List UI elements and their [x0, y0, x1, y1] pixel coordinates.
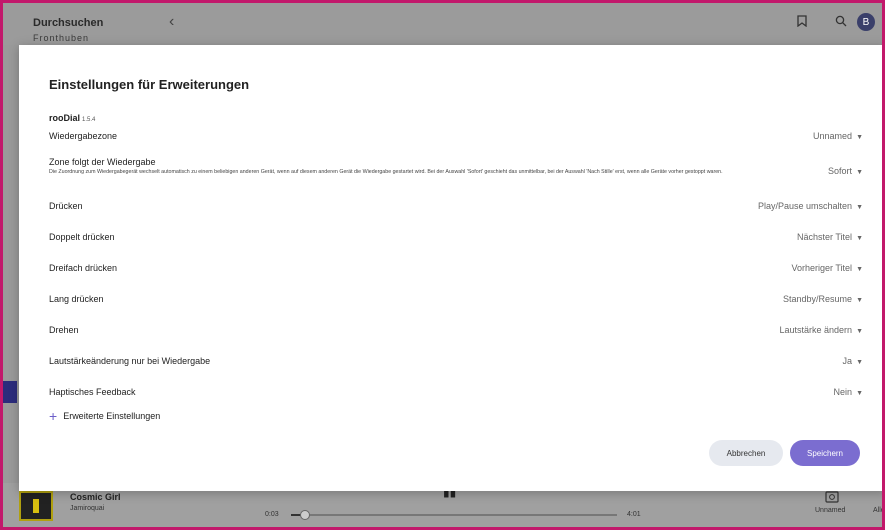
setting-value: Standby/Resume	[783, 294, 853, 304]
album-art-mark	[33, 499, 39, 513]
setting-row-dreifach-druecken: Dreifach drücken Vorheriger Titel ▼	[49, 263, 863, 279]
song-title[interactable]: Cosmic Girl	[70, 492, 121, 502]
caret-down-icon: ▼	[856, 266, 863, 273]
caret-down-icon: ▼	[856, 204, 863, 211]
album-art[interactable]	[19, 491, 53, 521]
setting-row-doppelt-druecken: Doppelt drücken Nächster Titel ▼	[49, 232, 863, 248]
setting-row-lang-druecken: Lang drücken Standby/Resume ▼	[49, 294, 863, 310]
setting-label: Lautstärkeänderung nur bei Wiedergabe	[49, 356, 211, 366]
bookmark-icon[interactable]	[797, 15, 807, 30]
setting-dropdown[interactable]: Nein ▼	[834, 387, 863, 397]
all-zones-label[interactable]: Alle	[873, 507, 882, 514]
search-icon[interactable]	[835, 15, 847, 30]
sidebar-indicator	[3, 381, 17, 403]
setting-label: Haptisches Feedback	[49, 387, 136, 397]
setting-dropdown[interactable]: Nächster Titel ▼	[797, 232, 863, 242]
setting-value: Sofort	[828, 166, 853, 176]
setting-row-drehen: Drehen Lautstärke ändern ▼	[49, 325, 863, 341]
caret-down-icon: ▼	[856, 235, 863, 242]
dialog-title: Einstellungen für Erweiterungen	[49, 77, 250, 92]
elapsed-time: 0:03	[265, 511, 279, 518]
extension-version: 1.5.4	[82, 117, 96, 123]
setting-dropdown[interactable]: Lautstärke ändern ▼	[780, 325, 864, 335]
setting-dropdown[interactable]: Vorheriger Titel ▼	[792, 263, 863, 273]
setting-label: Drücken	[49, 201, 83, 211]
advanced-settings-toggle[interactable]: + Erweiterte Einstellungen	[49, 408, 161, 424]
setting-dropdown[interactable]: Play/Pause umschalten ▼	[758, 201, 863, 211]
plus-icon: +	[49, 408, 58, 424]
setting-value: Lautstärke ändern	[779, 325, 853, 335]
setting-row-wiedergabezone: Wiedergabezone Unnamed ▼	[49, 131, 863, 147]
cancel-button[interactable]: Abbrechen	[709, 440, 783, 466]
artist-name[interactable]: Jamiroquai	[70, 505, 104, 512]
page-subtitle: Fronthuben	[33, 33, 90, 43]
zone-speaker-icon[interactable]	[825, 491, 839, 506]
advanced-settings-label: Erweiterte Einstellungen	[63, 411, 161, 421]
setting-label: Dreifach drücken	[49, 263, 118, 273]
caret-down-icon: ▼	[856, 169, 863, 176]
caret-down-icon: ▼	[856, 134, 863, 141]
setting-row-druecken: Drücken Play/Pause umschalten ▼	[49, 201, 863, 217]
setting-dropdown[interactable]: Sofort ▼	[828, 166, 863, 176]
caret-down-icon: ▼	[856, 390, 863, 397]
avatar[interactable]: B	[857, 13, 875, 31]
zone-label[interactable]: Unnamed	[815, 507, 845, 514]
setting-value: Ja	[842, 356, 853, 366]
seek-bar[interactable]	[291, 510, 617, 520]
setting-label: Zone folgt der Wiedergabe	[49, 157, 156, 167]
setting-value: Nächster Titel	[797, 232, 853, 242]
setting-row-zone-folgt: Zone folgt der Wiedergabe Sofort ▼ Die Zu…	[49, 157, 863, 187]
save-button[interactable]: Speichern	[790, 440, 860, 466]
back-chevron-icon[interactable]: ‹	[169, 13, 174, 31]
extension-settings-dialog: Einstellungen für Erweiterungen rooDial 1…	[19, 45, 882, 491]
setting-value: Unnamed	[813, 131, 853, 141]
setting-label: Lang drücken	[49, 294, 104, 304]
extension-name: rooDial 1.5.4	[49, 113, 95, 123]
setting-dropdown[interactable]: Standby/Resume ▼	[783, 294, 863, 304]
total-time: 4:01	[627, 511, 641, 518]
setting-value: Play/Pause umschalten	[758, 201, 853, 211]
setting-value: Vorheriger Titel	[791, 263, 853, 273]
setting-row-haptisches-feedback: Haptisches Feedback Nein ▼	[49, 387, 863, 403]
top-bar: Durchsuchen Fronthuben ‹ B	[3, 3, 882, 45]
setting-dropdown[interactable]: Unnamed ▼	[813, 131, 863, 141]
setting-dropdown[interactable]: Ja ▼	[843, 356, 863, 366]
setting-label: Drehen	[49, 325, 79, 335]
setting-value: Nein	[833, 387, 853, 397]
caret-down-icon: ▼	[856, 297, 863, 304]
page-title: Durchsuchen	[33, 17, 104, 29]
setting-description: Die Zuordnung zum Wiedergabegerät wechse…	[49, 169, 723, 175]
caret-down-icon: ▼	[856, 359, 863, 366]
caret-down-icon: ▼	[856, 328, 863, 335]
seek-handle[interactable]	[300, 510, 311, 520]
setting-label: Doppelt drücken	[49, 232, 115, 242]
extension-name-text: rooDial	[49, 113, 81, 123]
setting-label: Wiedergabezone	[49, 131, 118, 141]
setting-row-lautstaerkeaenderung: Lautstärkeänderung nur bei Wiedergabe Ja…	[49, 356, 863, 372]
app-frame: Durchsuchen Fronthuben ‹ B Cosmic Girl J…	[0, 0, 885, 530]
